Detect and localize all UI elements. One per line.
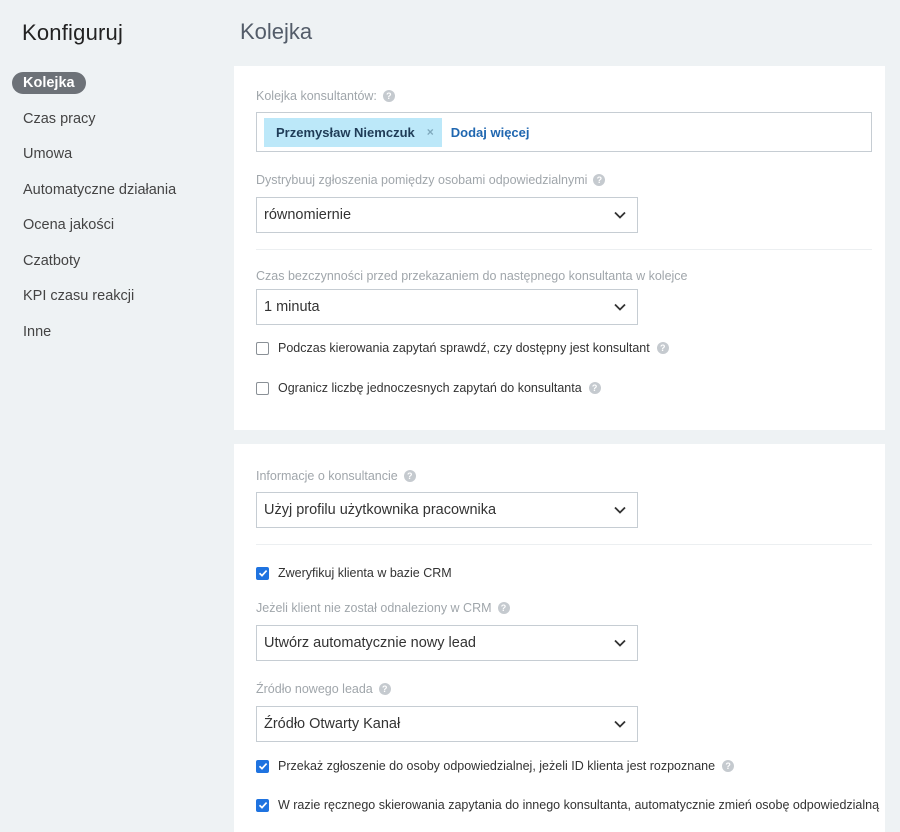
chevron-down-icon [614, 639, 626, 647]
label-text: Dystrybuuj zgłoszenia pomiędzy osobami o… [256, 173, 588, 187]
not-found-select[interactable]: Utwórz automatycznie nowy lead [256, 625, 638, 661]
checkbox-label[interactable]: Ogranicz liczbę jednoczesnych zapytań do… [278, 381, 582, 395]
sidebar-title: Konfiguruj [22, 20, 124, 45]
page-title: Kolejka [240, 19, 313, 44]
help-icon[interactable]: ? [403, 470, 416, 482]
lead-source-label: Źródło nowego leada ? [256, 682, 391, 696]
divider [256, 249, 872, 250]
sidebar-item-label: Kolejka [12, 72, 86, 94]
select-value: Utwórz automatycznie nowy lead [264, 635, 476, 651]
idle-time-select[interactable]: 1 minuta [256, 289, 638, 325]
label-text: Jeżeli klient nie został odnaleziony w C… [256, 601, 492, 615]
consultant-tag-label: Przemysław Niemczuk [276, 124, 415, 140]
help-icon[interactable]: ? [378, 683, 391, 695]
sidebar-nav: Kolejka Czas pracy Umowa Automatyczne dz… [12, 72, 187, 356]
sidebar-item-ocena-jakosci[interactable]: Ocena jakości [12, 214, 187, 250]
idle-time-label: Czas bezczynności przed przekazaniem do … [256, 269, 688, 283]
forward-responsible-checkbox[interactable] [256, 759, 269, 773]
chevron-down-icon [614, 506, 626, 514]
checkbox-label[interactable]: Podczas kierowania zapytań sprawdź, czy … [278, 341, 650, 355]
check-available-row: Podczas kierowania zapytań sprawdź, czy … [256, 341, 669, 355]
sidebar-item-label: Inne [23, 323, 52, 340]
chevron-down-icon [614, 303, 626, 311]
verify-crm-row: Zweryfikuj klienta w bazie CRM [256, 566, 452, 580]
sidebar: Konfiguruj Kolejka Czas pracy Umowa Auto… [0, 0, 220, 832]
consultant-info-select[interactable]: Użyj profilu użytkownika pracownika [256, 492, 638, 528]
consultants-selector[interactable]: Przemysław Niemczuk × Dodaj więcej [256, 112, 872, 152]
auto-change-checkbox[interactable] [256, 798, 269, 812]
sidebar-item-label: Czatboty [23, 252, 81, 269]
distribute-select[interactable]: równomiernie [256, 197, 638, 233]
remove-tag-icon[interactable]: × [427, 125, 434, 139]
chevron-down-icon [614, 211, 626, 219]
checkbox-label[interactable]: Przekaż zgłoszenie do osoby odpowiedzial… [278, 759, 715, 773]
checkmark-icon [258, 802, 267, 809]
checkbox-label[interactable]: W razie ręcznego skierowania zapytania d… [278, 798, 879, 812]
distribute-label: Dystrybuuj zgłoszenia pomiędzy osobami o… [256, 173, 606, 187]
chevron-down-icon [614, 720, 626, 728]
help-icon[interactable]: ? [722, 760, 735, 772]
consultant-info-label: Informacje o konsultancie ? [256, 469, 416, 483]
divider [256, 544, 872, 545]
sidebar-item-czatboty[interactable]: Czatboty [12, 250, 187, 286]
checkmark-icon [258, 763, 267, 770]
select-value: Źródło Otwarty Kanał [264, 716, 401, 732]
queue-settings-card: Kolejka konsultantów: ? Przemysław Niemc… [234, 66, 885, 430]
select-value: równomiernie [264, 207, 352, 223]
label-text: Źródło nowego leada [256, 682, 373, 696]
sidebar-item-umowa[interactable]: Umowa [12, 143, 187, 179]
sidebar-item-label: Czas pracy [23, 110, 96, 127]
checkmark-icon [258, 570, 267, 577]
sidebar-item-automatyczne-dzialania[interactable]: Automatyczne działania [12, 179, 187, 215]
label-text: Informacje o konsultancie [256, 469, 398, 483]
sidebar-item-label: Automatyczne działania [23, 181, 177, 198]
consultants-queue-label: Kolejka konsultantów: ? [256, 89, 395, 103]
select-value: 1 minuta [264, 299, 320, 315]
not-found-label: Jeżeli klient nie został odnaleziony w C… [256, 601, 510, 615]
auto-change-row: W razie ręcznego skierowania zapytania d… [256, 798, 879, 812]
lead-source-select[interactable]: Źródło Otwarty Kanał [256, 706, 638, 742]
check-available-checkbox[interactable] [256, 341, 269, 355]
sidebar-item-kolejka[interactable]: Kolejka [12, 72, 187, 108]
sidebar-item-label: KPI czasu reakcji [23, 288, 135, 304]
limit-requests-checkbox[interactable] [256, 381, 269, 395]
forward-responsible-row: Przekaż zgłoszenie do osoby odpowiedzial… [256, 759, 735, 773]
sidebar-item-label: Umowa [23, 146, 73, 162]
limit-requests-row: Ogranicz liczbę jednoczesnych zapytań do… [256, 381, 601, 395]
label-text: Czas bezczynności przed przekazaniem do … [256, 269, 688, 283]
help-icon[interactable]: ? [656, 342, 669, 354]
select-value: Użyj profilu użytkownika pracownika [264, 502, 497, 518]
sidebar-item-kpi[interactable]: KPI czasu reakcji [12, 285, 187, 321]
consultant-tag: Przemysław Niemczuk × [264, 117, 442, 147]
sidebar-item-label: Ocena jakości [23, 217, 115, 233]
sidebar-item-inne[interactable]: Inne [12, 321, 187, 357]
help-icon[interactable]: ? [497, 602, 510, 614]
consultant-info-card: Informacje o konsultancie ? Użyj profilu… [234, 444, 885, 832]
label-text: Kolejka konsultantów: [256, 89, 377, 103]
help-icon[interactable]: ? [588, 382, 601, 394]
help-icon[interactable]: ? [382, 90, 395, 102]
verify-crm-checkbox[interactable] [256, 566, 269, 580]
help-icon[interactable]: ? [593, 174, 606, 186]
checkbox-label[interactable]: Zweryfikuj klienta w bazie CRM [278, 566, 452, 580]
sidebar-item-czas-pracy[interactable]: Czas pracy [12, 108, 187, 144]
add-more-link[interactable]: Dodaj więcej [451, 125, 530, 140]
